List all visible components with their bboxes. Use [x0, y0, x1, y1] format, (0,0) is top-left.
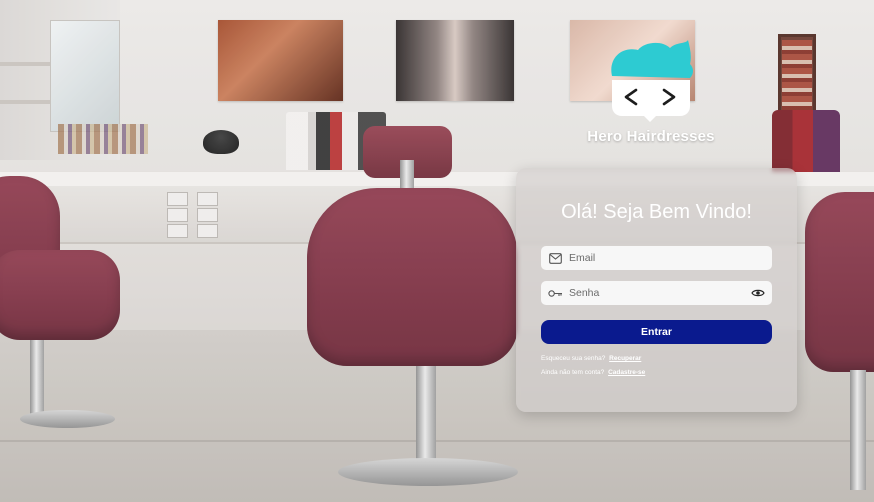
forgot-password-text: Esqueceu sua senha?	[541, 355, 606, 362]
signup-link[interactable]: Cadastre-se	[608, 369, 645, 376]
recover-link[interactable]: Recuperar	[609, 355, 641, 362]
email-input[interactable]	[569, 252, 739, 264]
mail-icon	[547, 250, 563, 266]
forgot-password-line: Esqueceu sua senha? Recuperar	[541, 355, 641, 362]
login-card: Olá! Seja Bem Vindo! Entrar Esqueceu su	[516, 168, 797, 412]
brand-name: Hero Hairdresses	[587, 128, 715, 145]
password-input[interactable]	[569, 287, 739, 299]
welcome-title: Olá! Seja Bem Vindo!	[561, 201, 752, 223]
eye-icon[interactable]	[750, 285, 766, 301]
login-button[interactable]: Entrar	[541, 320, 772, 344]
signup-text: Ainda não tem conta?	[541, 369, 605, 376]
email-field[interactable]	[541, 246, 772, 270]
key-icon	[547, 285, 563, 301]
hero-hair-code-icon	[604, 40, 696, 122]
signup-line: Ainda não tem conta? Cadastre-se	[541, 369, 645, 376]
password-field[interactable]	[541, 281, 772, 305]
